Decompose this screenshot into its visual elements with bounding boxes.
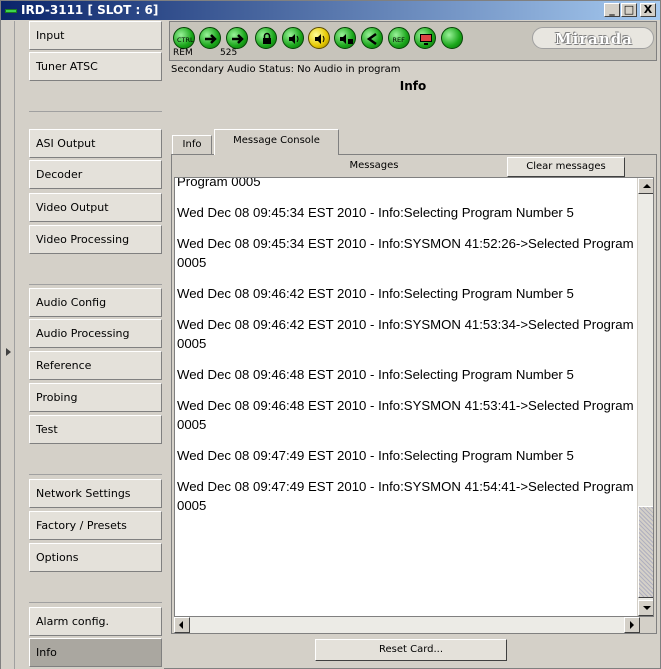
- sidebar-item-decoder[interactable]: Decoder: [29, 160, 162, 189]
- message-console-panel: Messages Clear messages Program 0005 Wed…: [171, 154, 657, 634]
- sidebar-item-asi-output[interactable]: ASI Output: [29, 129, 162, 158]
- sidebar-item-input[interactable]: Input: [29, 21, 162, 50]
- monitor-icon[interactable]: [414, 27, 436, 49]
- scroll-left-button[interactable]: [174, 617, 190, 633]
- log-entry: Wed Dec 08 09:46:48 EST 2010 - Info:SYSM…: [177, 398, 638, 432]
- arrow-down-icon: [643, 606, 651, 610]
- less-than-icon[interactable]: [361, 27, 383, 49]
- sidebar-item-probing[interactable]: Probing: [29, 383, 162, 412]
- sidebar-item-test[interactable]: Test: [29, 415, 162, 444]
- sidebar-item-tuner-atsc[interactable]: Tuner ATSC: [29, 52, 162, 81]
- sidebar-item-network-settings[interactable]: Network Settings: [29, 479, 162, 508]
- clear-messages-button[interactable]: Clear messages: [507, 157, 625, 177]
- reset-card-button[interactable]: Reset Card...: [315, 639, 507, 661]
- sidebar-item-reference[interactable]: Reference: [29, 351, 162, 380]
- sidebar-item-audio-config[interactable]: Audio Config: [29, 288, 162, 317]
- ref-icon[interactable]: REF: [388, 27, 410, 49]
- audio-yellow-icon[interactable]: [308, 27, 330, 49]
- arrow-left-icon: [179, 621, 183, 629]
- log-entry: Wed Dec 08 09:46:42 EST 2010 - Info:Sele…: [177, 286, 574, 301]
- panel-title: Info: [399, 79, 427, 93]
- sidebar-item-video-processing[interactable]: Video Processing: [29, 225, 162, 254]
- brand-logo: Miranda: [532, 27, 654, 49]
- log-entry: Wed Dec 08 09:45:34 EST 2010 - Info:SYSM…: [177, 236, 638, 270]
- message-log[interactable]: Program 0005 Wed Dec 08 09:45:34 EST 201…: [174, 177, 654, 617]
- log-entry: Wed Dec 08 09:47:49 EST 2010 - Info:SYSM…: [177, 479, 638, 513]
- status-toolbar: CTRL REM 525 REF Miranda: [169, 21, 657, 61]
- log-entry: Wed Dec 08 09:46:42 EST 2010 - Info:SYSM…: [177, 317, 638, 351]
- secondary-audio-status: Secondary Audio Status: No Audio in prog…: [171, 64, 401, 75]
- ctrl-icon[interactable]: CTRL: [173, 27, 195, 49]
- arrow-right-icon-2[interactable]: [226, 27, 248, 49]
- format-label: 525: [220, 48, 238, 58]
- audio-lock-icon[interactable]: [334, 27, 356, 49]
- sidebar-spacer: [29, 446, 162, 475]
- tab-info[interactable]: Info: [172, 135, 212, 155]
- sidebar-item-video-output[interactable]: Video Output: [29, 193, 162, 222]
- status-light-icon[interactable]: [441, 27, 463, 49]
- arrow-right-small-icon: [630, 621, 634, 629]
- vertical-scrollbar[interactable]: [637, 178, 653, 616]
- audio-icon[interactable]: [282, 27, 304, 49]
- sidebar-item-info[interactable]: Info: [29, 638, 162, 667]
- sidebar-item-audio-processing[interactable]: Audio Processing: [29, 319, 162, 348]
- sidebar-item-alarm-config[interactable]: Alarm config.: [29, 607, 162, 636]
- scroll-thumb[interactable]: [638, 506, 653, 598]
- sidebar-spacer: [29, 83, 162, 112]
- rem-label: REM: [173, 48, 193, 58]
- log-entry: Program 0005: [177, 177, 261, 189]
- window-title: IRD-3111 [ SLOT : 6]: [21, 3, 159, 17]
- sidebar-item-options[interactable]: Options: [29, 543, 162, 572]
- messages-header: Messages Clear messages: [174, 157, 654, 177]
- horizontal-scrollbar[interactable]: [174, 617, 640, 633]
- maximize-button[interactable]: □: [621, 3, 637, 17]
- scroll-down-button[interactable]: [638, 600, 653, 616]
- sidebar-item-factory-presets[interactable]: Factory / Presets: [29, 511, 162, 540]
- svg-text:REF: REF: [393, 36, 406, 44]
- lock-icon[interactable]: [255, 27, 277, 49]
- scroll-right-button[interactable]: [624, 617, 640, 633]
- collapse-arrow-icon[interactable]: [6, 348, 11, 356]
- footer: Reset Card...: [169, 635, 657, 669]
- log-entry: Wed Dec 08 09:47:49 EST 2010 - Info:Sele…: [177, 448, 574, 463]
- status-indicator-icon: [5, 9, 17, 13]
- arrow-right-icon[interactable]: [199, 27, 221, 49]
- sidebar-collapse-strip[interactable]: [1, 21, 15, 669]
- arrow-up-icon: [643, 184, 651, 188]
- close-button[interactable]: X: [640, 3, 656, 17]
- minimize-button[interactable]: _: [604, 3, 620, 17]
- main-panel: CTRL REM 525 REF Miranda Secondary Audio…: [169, 21, 660, 669]
- sidebar-spacer: [29, 256, 162, 285]
- log-entry: Wed Dec 08 09:45:34 EST 2010 - Info:Sele…: [177, 205, 574, 220]
- sidebar-spacer: [29, 574, 162, 603]
- brand-logo-text: Miranda: [554, 30, 634, 48]
- log-entry: Wed Dec 08 09:46:48 EST 2010 - Info:Sele…: [177, 367, 574, 382]
- tab-message-console[interactable]: Message Console: [214, 129, 339, 155]
- app-window: IRD-3111 [ SLOT : 6] _ □ X Input Tuner A…: [0, 0, 661, 669]
- svg-text:CTRL: CTRL: [177, 36, 194, 44]
- scroll-up-button[interactable]: [638, 178, 653, 194]
- sidebar: Input Tuner ATSC ASI Output Decoder Vide…: [1, 21, 164, 669]
- title-bar[interactable]: IRD-3111 [ SLOT : 6] _ □ X: [1, 1, 660, 20]
